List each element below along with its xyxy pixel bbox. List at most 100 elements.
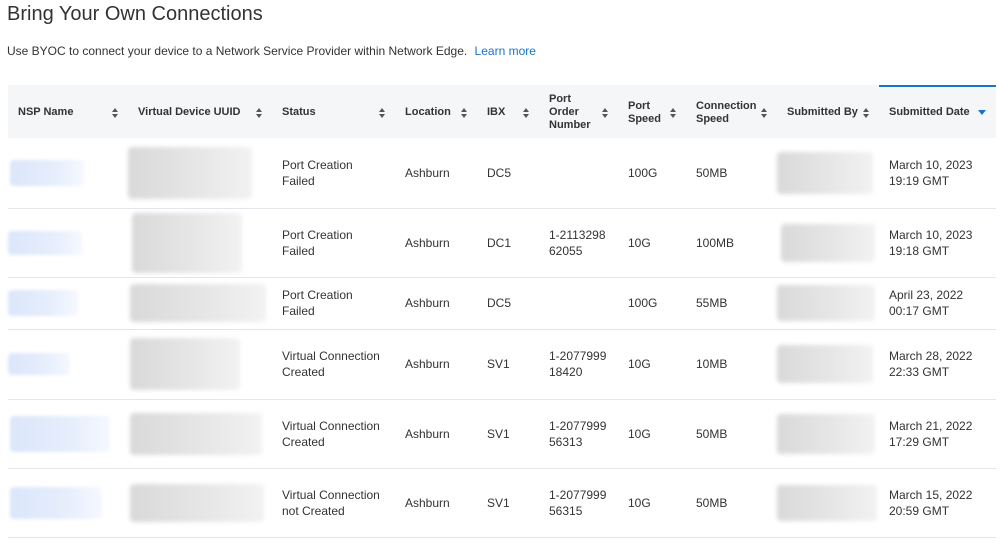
redacted-device-uuid (130, 412, 262, 455)
column-header-status[interactable]: Status (272, 85, 395, 138)
port-order-cell (539, 138, 618, 209)
port-speed-cell: 100G (618, 277, 686, 330)
connections-table: NSP Name Virtual Device UUID Status Loca… (8, 85, 996, 538)
redacted-device-uuid (130, 338, 240, 390)
sort-icon[interactable] (670, 107, 676, 118)
time-text: 00:17 GMT (889, 304, 950, 318)
column-label: Connection Speed (696, 99, 757, 125)
sort-icon[interactable] (461, 107, 467, 118)
column-header-connection-speed[interactable]: Connection Speed (686, 85, 777, 138)
nsp-name-cell (8, 399, 128, 469)
connection-speed-cell: 10MB (686, 329, 777, 400)
redacted-submitted-by (777, 345, 873, 383)
status-cell: Virtual Connection Created (272, 399, 395, 469)
status-cell: Port Creation Failed (272, 277, 395, 330)
column-header-location[interactable]: Location (395, 85, 477, 138)
status-cell: Port Creation Failed (272, 208, 395, 278)
device-uuid-cell (128, 329, 272, 400)
connection-speed-cell: 55MB (686, 277, 777, 330)
submitted-date-cell: March 21, 2022 17:29 GMT (879, 399, 996, 469)
column-header-port-speed[interactable]: Port Speed (618, 85, 686, 138)
device-uuid-cell (128, 468, 272, 538)
sort-icon[interactable] (112, 107, 118, 118)
table-row[interactable]: Port Creation Failed Ashburn DC1 1-21132… (8, 208, 996, 278)
port-order-cell (539, 277, 618, 330)
time-text: 19:19 GMT (889, 173, 950, 188)
redacted-submitted-by (777, 285, 875, 321)
table-row[interactable]: Virtual Connection Created Ashburn SV1 1… (8, 399, 996, 469)
table-row[interactable]: Port Creation Failed Ashburn DC5 100G 50… (8, 138, 996, 209)
port-speed-cell: 10G (618, 329, 686, 400)
sort-icon[interactable] (523, 107, 529, 118)
submitted-by-cell (777, 277, 879, 330)
port-order-cell: 1-207799956315 (539, 468, 618, 538)
time-text: 17:29 GMT (889, 434, 950, 449)
location-cell: Ashburn (395, 277, 477, 330)
location-cell: Ashburn (395, 329, 477, 400)
status-cell: Virtual Connection Created (272, 329, 395, 400)
table-row[interactable]: Virtual Connection not Created Ashburn S… (8, 468, 996, 538)
date-text: March 10, 2023 (889, 227, 973, 242)
sort-icon[interactable] (863, 107, 869, 118)
redacted-submitted-by (777, 413, 875, 454)
date-text: March 28, 2022 (889, 349, 973, 363)
submitted-by-cell (777, 208, 879, 278)
device-uuid-cell (128, 208, 272, 278)
device-uuid-cell (128, 399, 272, 469)
column-header-port-order-number[interactable]: Port Order Number (539, 85, 618, 138)
ibx-cell: SV1 (477, 329, 539, 400)
redacted-submitted-by (777, 151, 873, 194)
page-title: Bring Your Own Connections (7, 3, 263, 25)
nsp-name-cell (8, 138, 128, 209)
redacted-nsp-name (8, 290, 78, 316)
date-text: April 23, 2022 (889, 288, 964, 302)
redacted-nsp-name (10, 415, 110, 452)
port-order-cell: 1-207799918420 (539, 329, 618, 400)
port-speed-cell: 100G (618, 138, 686, 209)
nsp-name-cell (8, 468, 128, 538)
date-text: March 21, 2022 (889, 418, 973, 433)
connection-speed-cell: 50MB (686, 138, 777, 209)
location-cell: Ashburn (395, 138, 477, 209)
sort-icon[interactable] (256, 107, 262, 118)
column-label: Submitted Date (889, 106, 970, 118)
submitted-by-cell (777, 468, 879, 538)
location-cell: Ashburn (395, 468, 477, 538)
column-header-submitted-date[interactable]: Submitted Date (879, 85, 996, 138)
connection-speed-cell: 100MB (686, 208, 777, 278)
date-text: March 15, 2022 (889, 487, 973, 502)
sort-icon[interactable] (602, 107, 608, 118)
nsp-name-cell (8, 208, 128, 278)
port-order-cell: 1-211329862055 (539, 208, 618, 278)
ibx-cell: DC1 (477, 208, 539, 278)
submitted-by-cell (777, 399, 879, 469)
submitted-date-cell: April 23, 2022 00:17 GMT (879, 277, 996, 330)
time-text: 19:18 GMT (889, 243, 950, 258)
status-cell: Port Creation Failed (272, 138, 395, 209)
submitted-date-cell: March 28, 2022 22:33 GMT (879, 329, 996, 400)
time-text: 22:33 GMT (889, 365, 950, 379)
port-order-cell: 1-207799956313 (539, 399, 618, 469)
ibx-cell: SV1 (477, 468, 539, 538)
sort-icon[interactable] (379, 107, 385, 118)
redacted-submitted-by (781, 223, 875, 262)
port-speed-cell: 10G (618, 208, 686, 278)
nsp-name-cell (8, 277, 128, 330)
sort-icon[interactable] (761, 107, 767, 118)
table-row[interactable]: Port Creation Failed Ashburn DC5 100G 55… (8, 277, 996, 330)
location-cell: Ashburn (395, 208, 477, 278)
column-label: Port Speed (628, 99, 662, 125)
port-speed-cell: 10G (618, 468, 686, 538)
column-label: IBX (487, 106, 506, 118)
column-label: Location (405, 106, 451, 118)
learn-more-link[interactable]: Learn more (475, 44, 536, 58)
location-cell: Ashburn (395, 399, 477, 469)
column-header-nsp-name[interactable]: NSP Name (8, 85, 128, 138)
sort-descending-icon[interactable] (978, 110, 986, 115)
column-header-submitted-by[interactable]: Submitted By (777, 85, 879, 138)
redacted-nsp-name (10, 486, 102, 519)
table-row[interactable]: Virtual Connection Created Ashburn SV1 1… (8, 329, 996, 400)
table-header-row: NSP Name Virtual Device UUID Status Loca… (8, 85, 996, 138)
column-header-virtual-device-uuid[interactable]: Virtual Device UUID (128, 85, 272, 138)
column-header-ibx[interactable]: IBX (477, 85, 539, 138)
